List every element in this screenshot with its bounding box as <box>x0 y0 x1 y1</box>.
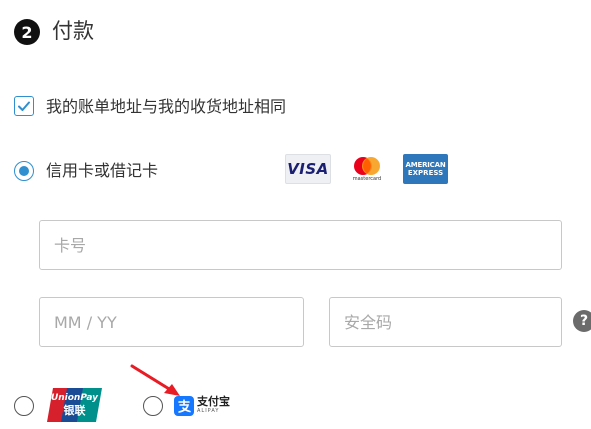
check-icon <box>18 101 30 111</box>
billing-same-checkbox[interactable] <box>14 96 34 116</box>
section-title: 付款 <box>52 19 94 43</box>
unionpay-radio[interactable] <box>14 396 34 416</box>
amex-logo-text-bottom: EXPRESS <box>407 169 444 177</box>
card-payment-radio[interactable] <box>14 161 34 181</box>
step-number-badge: 2 <box>14 19 40 45</box>
alipay-logo-text: 支付宝 <box>197 395 230 408</box>
amex-logo-icon: AMERICAN EXPRESS <box>403 154 448 184</box>
radio-selected-dot <box>19 166 29 176</box>
mastercard-logo-text: mastercard <box>352 176 382 182</box>
mastercard-circles-icon <box>354 157 380 175</box>
visa-logo-icon: VISA <box>285 154 331 184</box>
annotation-arrow-icon <box>130 364 180 396</box>
security-code-input[interactable] <box>329 297 562 347</box>
unionpay-logo-text-top: UnionPay <box>50 393 99 403</box>
unionpay-logo-text-bottom: 银联 <box>63 404 86 417</box>
alipay-logo-subtext: ALIPAY <box>197 408 220 414</box>
amex-logo-text-top: AMERICAN <box>405 161 446 169</box>
help-icon[interactable]: ? <box>573 310 591 332</box>
unionpay-logo-icon: UnionPay 银联 <box>47 388 102 422</box>
billing-same-label[interactable]: 我的账单地址与我的收货地址相同 <box>46 96 286 118</box>
mastercard-logo-icon: mastercard <box>348 154 386 184</box>
card-payment-label[interactable]: 信用卡或借记卡 <box>46 160 158 182</box>
card-number-input[interactable] <box>39 220 562 270</box>
visa-logo-text: VISA <box>287 160 329 178</box>
expiry-date-input[interactable] <box>39 297 304 347</box>
